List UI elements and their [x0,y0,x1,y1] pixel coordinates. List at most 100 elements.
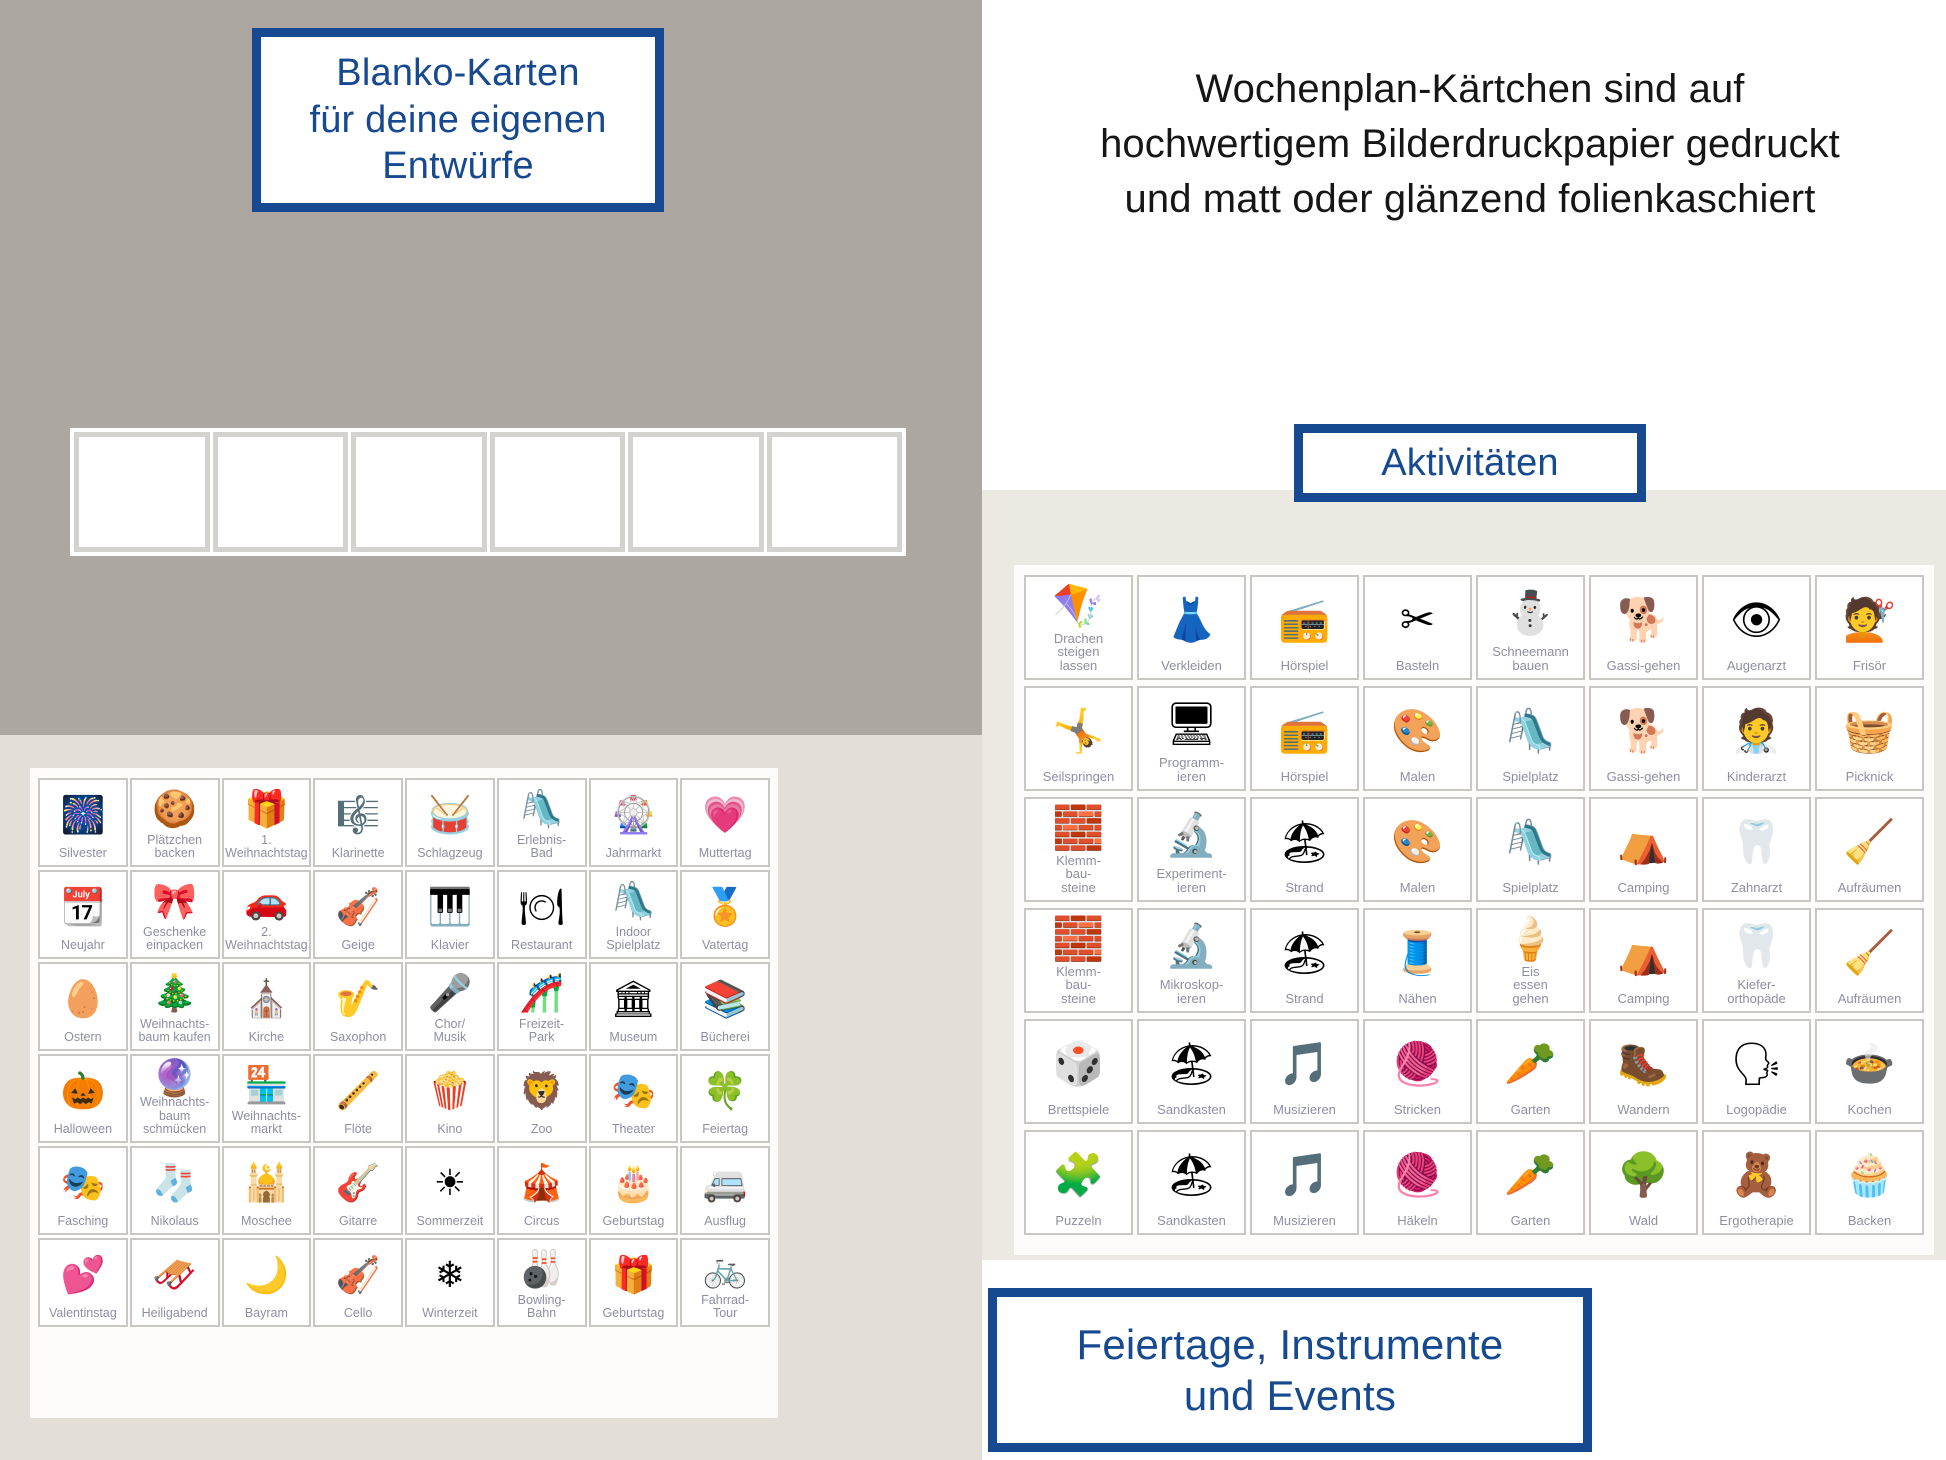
activity-card[interactable]: 🧹 Aufräumen [1815,908,1924,1013]
event-card[interactable]: 💕 Valentinstag [38,1238,128,1327]
activity-card[interactable]: 🦷 Kiefer- orthopäde [1702,908,1811,1013]
activity-card[interactable]: 💇 Frisör [1815,575,1924,680]
event-card[interactable]: 🚗 2. Weihnachtstag [221,870,312,959]
activity-card[interactable]: 📻 Hörspiel [1250,575,1359,680]
activity-card[interactable]: 🧵 Nähen [1363,908,1472,1013]
event-card[interactable]: 🎹 Klavier [405,870,495,959]
activity-card[interactable]: 🍦 Eis essen gehen [1476,908,1585,1013]
event-card[interactable]: 🍀 Feiertag [680,1054,770,1143]
event-card[interactable]: 🎃 Halloween [38,1054,128,1143]
event-card[interactable]: 🎻 Geige [313,870,403,959]
event-card[interactable]: 🏪 Weihnachts- markt [221,1054,312,1143]
event-card[interactable]: 🎄 Weihnachts- baum kaufen [129,962,220,1051]
event-card[interactable]: 🎀 Geschenke einpacken [129,870,220,959]
blank-card[interactable] [351,432,487,552]
event-card[interactable]: 🎂 Geburtstag [588,1146,679,1235]
activity-card[interactable]: 🥕 Garten [1476,1130,1585,1235]
activity-card[interactable]: ⛄ Schneemann bauen [1476,575,1585,680]
event-card[interactable]: ❄ Winterzeit [405,1238,495,1327]
blank-card[interactable] [766,432,902,552]
activity-card[interactable]: 🧹 Aufräumen [1815,797,1924,902]
activity-card[interactable]: 👁 Augenarzt [1702,575,1811,680]
activity-card[interactable]: 🥕 Garten [1476,1019,1585,1124]
event-card[interactable]: 🎪 Circus [496,1146,587,1235]
activity-card[interactable]: 🦷 Zahnarzt [1702,797,1811,902]
event-card[interactable]: 🍪 Plätzchen backen [129,778,220,867]
activity-card[interactable]: 🪁 Drachen steigen lassen [1024,575,1133,680]
activity-card[interactable]: 🖥 Programm- ieren [1137,686,1246,791]
event-card[interactable]: 🍿 Kino [405,1054,495,1143]
activity-card[interactable]: 🏖 Strand [1250,797,1359,902]
event-card[interactable]: 🍽 Restaurant [496,870,587,959]
activity-card[interactable]: 🏖 Sandkasten [1137,1019,1246,1124]
event-card[interactable]: 🎁 1. Weihnachtstag [221,778,312,867]
event-card[interactable]: 🎳 Bowling- Bahn [496,1238,587,1327]
activity-card[interactable]: 🧶 Stricken [1363,1019,1472,1124]
activity-card[interactable]: 🧩 Puzzeln [1024,1130,1133,1235]
activity-card[interactable]: 🧑‍⚕ Kinderarzt [1702,686,1811,791]
event-card[interactable]: 📚 Bücherei [680,962,770,1051]
activity-card[interactable]: 🔬 Experiment- ieren [1137,797,1246,902]
activity-card[interactable]: 🗣 Logopädie [1702,1019,1811,1124]
event-card[interactable]: 🥁 Schlagzeug [405,778,495,867]
activity-card[interactable]: 🎵 Musizieren [1250,1130,1359,1235]
event-card[interactable]: ☀ Sommerzeit [405,1146,495,1235]
event-card[interactable]: 🔮 Weihnachts- baum schmücken [129,1054,220,1143]
activity-card[interactable]: 📻 Hörspiel [1250,686,1359,791]
event-card[interactable]: 🏅 Vatertag [680,870,770,959]
activity-card[interactable]: 🧁 Backen [1815,1130,1924,1235]
activity-card[interactable]: 🤸 Seilspringen [1024,686,1133,791]
event-card[interactable]: 🎁 Geburtstag [588,1238,679,1327]
event-card[interactable]: 🎤 Chor/ Musik [405,962,495,1051]
blank-card[interactable] [212,432,348,552]
activity-card[interactable]: 🧺 Picknick [1815,686,1924,791]
activity-card[interactable]: ✂ Basteln [1363,575,1472,680]
event-card[interactable]: 🎡 Jahrmarkt [588,778,679,867]
event-card[interactable]: 🚐 Ausflug [680,1146,770,1235]
event-card[interactable]: 🎭 Fasching [38,1146,128,1235]
activity-card[interactable]: 🏖 Strand [1250,908,1359,1013]
event-card[interactable]: 🦁 Zoo [496,1054,587,1143]
event-card[interactable]: 🎷 Saxophon [313,962,403,1051]
event-card[interactable]: 🕌 Moschee [221,1146,312,1235]
event-card[interactable]: 🪈 Flöte [313,1054,403,1143]
blank-card[interactable] [628,432,764,552]
activity-card[interactable]: 🐕 Gassi-gehen [1589,575,1698,680]
event-card[interactable]: 🌙 Bayram [221,1238,312,1327]
activity-card[interactable]: 🥾 Wandern [1589,1019,1698,1124]
activity-card[interactable]: 🔬 Mikroskop- ieren [1137,908,1246,1013]
event-card[interactable]: 📆 Neujahr [38,870,128,959]
event-card[interactable]: 🥚 Ostern [38,962,128,1051]
event-card[interactable]: 🎆 Silvester [38,778,128,867]
activity-card[interactable]: 🎨 Malen [1363,797,1472,902]
event-card[interactable]: 🎼 Klarinette [313,778,403,867]
blank-card[interactable] [74,432,210,552]
activity-card[interactable]: 🐕 Gassi-gehen [1589,686,1698,791]
event-card[interactable]: 🏛 Museum [588,962,679,1051]
activity-card[interactable]: ⛺ Camping [1589,908,1698,1013]
activity-card[interactable]: 🧱 Klemm- bau- steine [1024,797,1133,902]
event-card[interactable]: 🛝 Indoor Spielplatz [588,870,679,959]
activity-card[interactable]: 🎨 Malen [1363,686,1472,791]
event-card[interactable]: 🎢 Freizeit- Park [496,962,587,1051]
activity-card[interactable]: 🎲 Brettspiele [1024,1019,1133,1124]
activity-card[interactable]: 🎵 Musizieren [1250,1019,1359,1124]
event-card[interactable]: 🎻 Cello [313,1238,403,1327]
activity-card[interactable]: 🍲 Kochen [1815,1019,1924,1124]
activity-card[interactable]: 🧱 Klemm- bau- steine [1024,908,1133,1013]
activity-card[interactable]: 🛝 Spielplatz [1476,686,1585,791]
activity-card[interactable]: 👗 Verkleiden [1137,575,1246,680]
event-card[interactable]: 🎭 Theater [588,1054,679,1143]
blank-card[interactable] [489,432,625,552]
activity-card[interactable]: ⛺ Camping [1589,797,1698,902]
event-card[interactable]: 🧦 Nikolaus [129,1146,220,1235]
activity-card[interactable]: 🧶 Häkeln [1363,1130,1472,1235]
event-card[interactable]: 🛷 Heiligabend [129,1238,220,1327]
activity-card[interactable]: 🏖 Sandkasten [1137,1130,1246,1235]
activity-card[interactable]: 🛝 Spielplatz [1476,797,1585,902]
event-card[interactable]: ⛪ Kirche [221,962,312,1051]
event-card[interactable]: 💗 Muttertag [680,778,770,867]
event-card[interactable]: 🎸 Gitarre [313,1146,403,1235]
event-card[interactable]: 🛝 Erlebnis- Bad [496,778,587,867]
activity-card[interactable]: 🌳 Wald [1589,1130,1698,1235]
